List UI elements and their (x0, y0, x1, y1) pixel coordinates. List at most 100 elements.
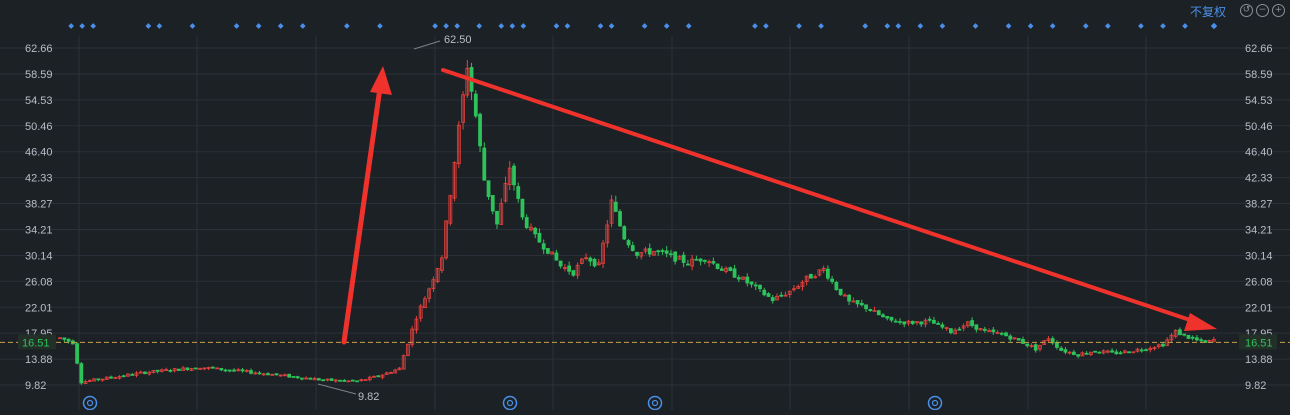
candle (227, 369, 232, 373)
candle-body (1055, 342, 1059, 348)
candle (143, 371, 147, 375)
candle (622, 225, 627, 240)
candle (779, 291, 784, 298)
candle (702, 259, 707, 265)
undo-icon[interactable]: ↺ (1240, 4, 1253, 17)
candle (240, 368, 245, 373)
candle-body (1110, 350, 1114, 353)
y-tick-label-right: 26.08 (1245, 276, 1273, 288)
candle-body (1097, 351, 1102, 354)
candle-body (919, 321, 924, 325)
candle (656, 249, 661, 256)
candle (1110, 348, 1114, 353)
candle-body (96, 378, 101, 381)
candle (533, 226, 538, 239)
candle (210, 366, 215, 369)
candle-body (660, 250, 665, 252)
candle-body (753, 284, 758, 287)
y-tick-label-left: 54.53 (25, 95, 53, 107)
candle-body (143, 371, 147, 375)
candle-body (266, 373, 270, 376)
candle (792, 285, 796, 292)
candle-body (656, 250, 661, 253)
candle (380, 374, 385, 380)
event-icon-ring (82, 395, 98, 411)
marker-dot (939, 23, 946, 29)
candle (660, 248, 665, 255)
candle (787, 290, 792, 298)
marker-dot (685, 23, 692, 29)
candle (1076, 354, 1081, 359)
candle (389, 371, 393, 374)
candle-body (546, 248, 550, 254)
chart-container[interactable]: 62.66 58.59 54.53 50.46 46.40 42.33 38.27 34.21… (0, 0, 1290, 411)
candle (414, 316, 419, 334)
event-icon-core (86, 399, 94, 407)
candle-body (376, 375, 381, 378)
candle (104, 376, 109, 380)
restore-adjustment-button[interactable]: 不复权 (1190, 3, 1226, 20)
event-icon[interactable] (647, 395, 663, 411)
candle-body (1127, 351, 1131, 354)
candle-body (473, 93, 478, 117)
candle-body (1186, 334, 1191, 339)
marker-dot (299, 23, 306, 29)
candle (698, 258, 703, 266)
candle (478, 112, 482, 152)
candle-body (626, 240, 631, 246)
candle (503, 176, 508, 203)
candle-body (669, 253, 673, 256)
candle-body (876, 310, 881, 316)
candle (1165, 337, 1170, 347)
candle (219, 367, 224, 372)
candle (766, 292, 771, 298)
candle (304, 376, 309, 380)
candle (558, 260, 563, 269)
y-tick-label-right: 34.21 (1245, 224, 1273, 236)
candle-body (219, 367, 224, 371)
candle (287, 373, 292, 378)
candle (1144, 348, 1148, 352)
candlestick-chart[interactable]: 62.66 58.59 54.53 50.46 46.40 42.33 38.27 34.21… (0, 0, 1290, 411)
event-icon[interactable] (502, 395, 518, 411)
candle-body (749, 281, 754, 285)
candle-body (893, 320, 898, 323)
candle (1097, 351, 1102, 354)
candle-body (630, 245, 635, 251)
event-icon[interactable] (927, 395, 943, 411)
candle-body (520, 198, 525, 218)
candle (936, 321, 941, 325)
candle (58, 337, 63, 340)
event-icon[interactable] (82, 395, 98, 411)
candle (355, 380, 359, 383)
zoom-in-icon[interactable]: + (1272, 4, 1285, 17)
candle (605, 219, 610, 248)
candle-body (809, 273, 813, 279)
marker-dot (498, 23, 505, 29)
marker-dot (509, 23, 516, 29)
candle (613, 195, 618, 213)
candle (965, 320, 970, 328)
candle-body (516, 186, 521, 199)
candle-body (635, 251, 639, 256)
candle-body (999, 332, 1004, 335)
candle (601, 239, 605, 269)
candle (1059, 345, 1064, 352)
candle-body (66, 338, 71, 342)
marker-dot (1049, 23, 1056, 29)
candle-body (732, 268, 737, 278)
candle (215, 367, 219, 370)
zoom-out-icon[interactable]: − (1256, 4, 1269, 17)
candle (1182, 333, 1187, 337)
candle (991, 326, 996, 335)
marker-dot (763, 23, 769, 29)
candle-body (588, 257, 593, 262)
candle (1080, 351, 1085, 357)
candle (266, 372, 270, 376)
candle-body (486, 180, 491, 197)
candle (138, 370, 143, 374)
candle-body (249, 370, 253, 374)
candle (384, 371, 389, 375)
candle (592, 257, 597, 268)
candle-body (240, 369, 245, 372)
